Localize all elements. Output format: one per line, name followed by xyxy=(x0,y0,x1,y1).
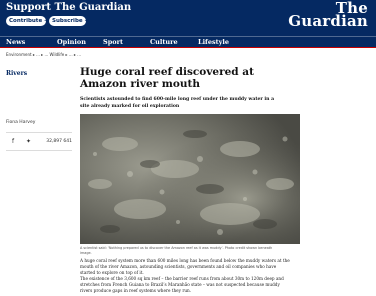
coral-reef-photo xyxy=(80,114,300,244)
subscribe-button[interactable]: Subscribe → xyxy=(49,16,89,26)
twitter-icon[interactable]: ✦ xyxy=(26,138,31,146)
nav-underline xyxy=(0,47,376,48)
section-tag[interactable]: Rivers xyxy=(6,70,27,77)
article-byline[interactable]: Fiona Harvey xyxy=(6,120,35,125)
divider xyxy=(6,132,72,133)
support-title[interactable]: Support The Guardian xyxy=(6,2,131,13)
article-standfirst: Scientists astounded to find 600-mile lo… xyxy=(80,97,275,109)
guardian-logo[interactable]: The Guardian xyxy=(288,1,368,30)
share-count-suffix: 641 xyxy=(63,139,72,144)
article-paragraph: The existence of the 3,600 sq km reef – … xyxy=(80,276,284,293)
photo-caption: A scientist said: ‘Nothing prepared us t… xyxy=(80,246,273,255)
article-paragraph: A huge coral reef system more than 600 m… xyxy=(80,258,290,275)
contribute-button[interactable]: Contribute → xyxy=(6,16,49,26)
share-row: f ✦ 32,897 641 xyxy=(6,138,72,146)
facebook-icon[interactable]: f xyxy=(12,138,14,146)
article-headline: Huge coral reef discovered at Amazon riv… xyxy=(80,66,254,90)
article-photo[interactable] xyxy=(80,114,300,244)
masthead: Support The Guardian Contribute → Subscr… xyxy=(0,0,376,36)
share-count: 32,897 641 xyxy=(46,138,72,146)
logo-line-2: Guardian xyxy=(288,12,368,30)
share-count-value: 32,897 xyxy=(46,139,62,144)
breadcrumb[interactable]: Environment ▸ ... ▸ ... Wildlife ▸ ... ▸… xyxy=(6,52,81,57)
divider xyxy=(6,150,72,151)
